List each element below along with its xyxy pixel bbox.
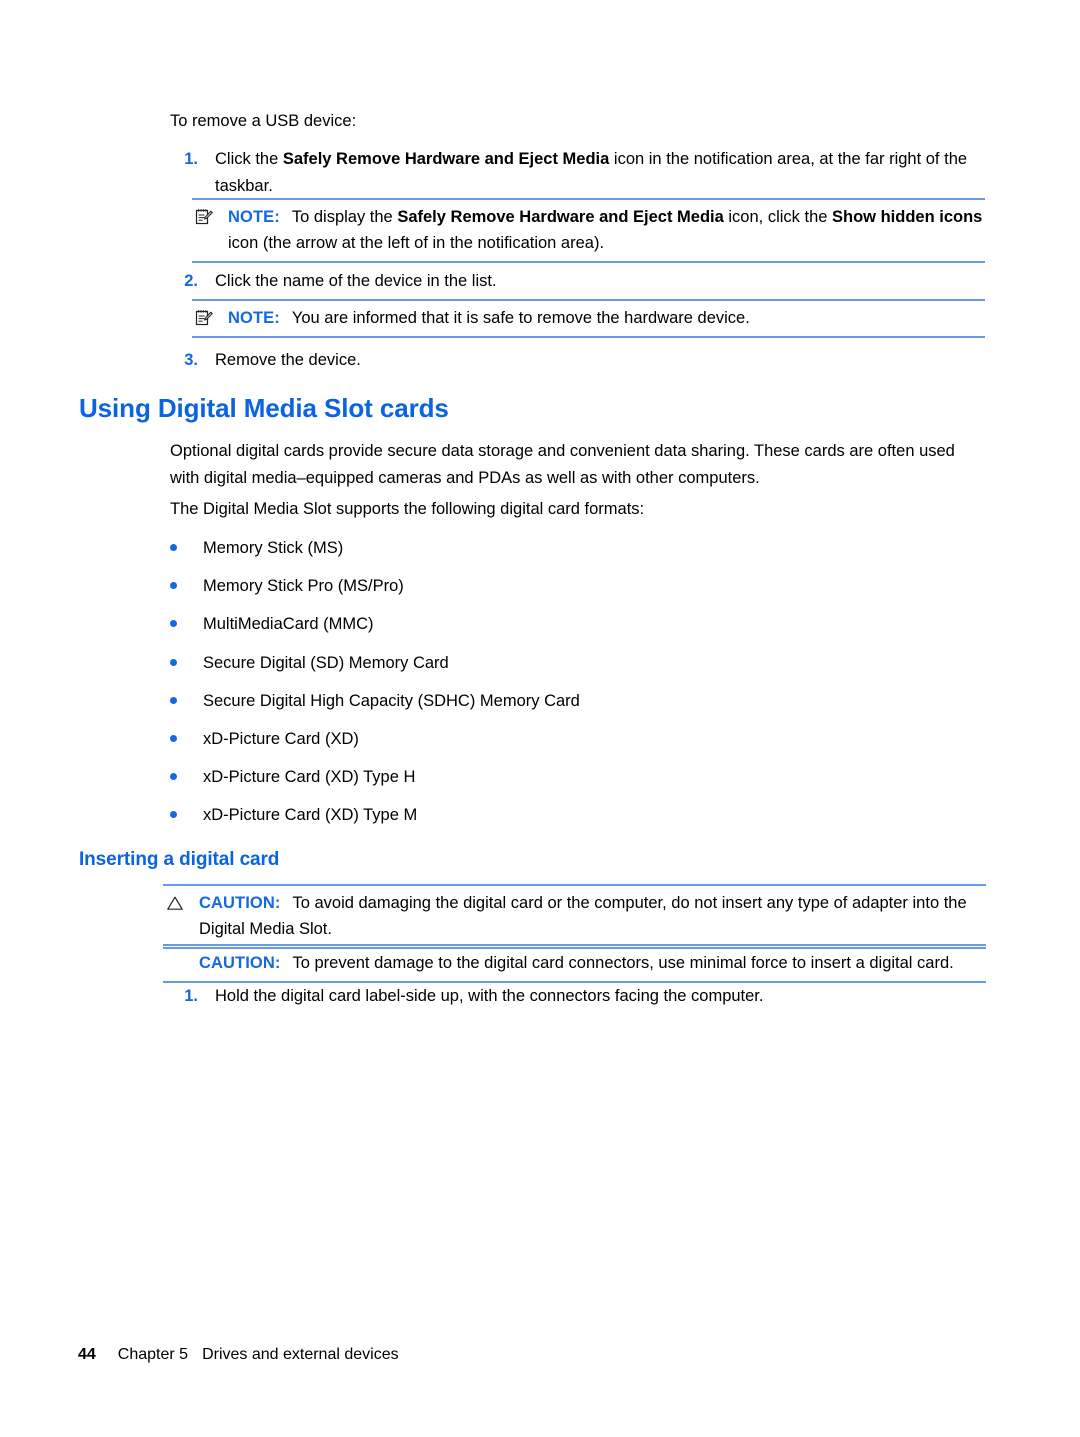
plain-text: Hold the digital card label-side up, wit… bbox=[215, 987, 764, 1005]
caution-label: CAUTION: bbox=[199, 894, 281, 912]
plain-text: To display the bbox=[291, 208, 398, 226]
emphasis-text: Safely Remove Hardware and Eject Media bbox=[282, 150, 610, 168]
document-page: To remove a USB device: 1. Click the Saf… bbox=[0, 0, 1080, 1437]
list-item-label: Memory Stick (MS) bbox=[203, 539, 344, 557]
warning-triangle-icon bbox=[165, 893, 185, 913]
list-item: MultiMediaCard (MMC) bbox=[170, 611, 374, 638]
emphasis-text: Safely Remove Hardware and Eject Media bbox=[397, 208, 724, 226]
caution-callout-1: CAUTION: To avoid damaging the digital ca… bbox=[163, 884, 986, 949]
bullet-dot-icon bbox=[170, 582, 177, 590]
note-pad-pencil-icon bbox=[194, 207, 214, 227]
list-item: xD-Picture Card (XD) bbox=[170, 726, 359, 753]
note-callout-2: NOTE: You are informed that it is safe to… bbox=[192, 299, 985, 338]
list-item: xD-Picture Card (XD) Type M bbox=[170, 802, 417, 829]
note-body: NOTE: To display the Safely Remove Hardwa… bbox=[192, 204, 985, 256]
section-paragraph-2: The Digital Media Slot supports the foll… bbox=[170, 500, 645, 518]
list-item-label: MultiMediaCard (MMC) bbox=[203, 615, 374, 634]
subsection-heading: Inserting a digital card bbox=[79, 849, 280, 870]
list-item: Memory Stick (MS) bbox=[170, 535, 343, 562]
note-text: You are informed that it is safe to remo… bbox=[292, 309, 750, 327]
numbered-step-3: 3. Remove the device. bbox=[170, 347, 990, 374]
bullet-dot-icon bbox=[170, 773, 177, 781]
caution-text: To avoid damaging the digital card or th… bbox=[199, 894, 967, 938]
footer-page-number: 44 bbox=[78, 1346, 96, 1363]
step-number: 1. bbox=[184, 150, 198, 168]
step-text: Remove the device. bbox=[215, 347, 990, 374]
list-item-label: Memory Stick Pro (MS/Pro) bbox=[203, 577, 404, 596]
step-number: 2. bbox=[184, 272, 198, 290]
emphasis-text: Show hidden icons bbox=[832, 208, 983, 226]
footer-chapter-title: Drives and external devices bbox=[202, 1346, 399, 1363]
caution-text: To prevent damage to the digital card co… bbox=[292, 954, 953, 972]
numbered-step-2: 2. Click the name of the device in the l… bbox=[170, 268, 990, 295]
list-item-label: Secure Digital High Capacity (SDHC) Memo… bbox=[203, 691, 580, 710]
intro-paragraph: To remove a USB device: bbox=[170, 112, 357, 130]
bullet-dot-icon bbox=[170, 544, 177, 551]
step-text: Click the name of the device in the list… bbox=[215, 268, 990, 295]
note-label: NOTE: bbox=[228, 208, 280, 226]
plain-text: Click the bbox=[215, 150, 283, 168]
bullet-dot-icon bbox=[170, 620, 177, 628]
step-number: 3. bbox=[184, 351, 198, 369]
plain-text: icon (the arrow at the left of in the no… bbox=[228, 234, 605, 252]
note-body: NOTE: You are informed that it is safe to… bbox=[192, 305, 985, 331]
caution-body: CAUTION: To prevent damage to the digital… bbox=[163, 950, 986, 976]
plain-text: Remove the device. bbox=[215, 351, 361, 369]
plain-text: Click the name of the device in the list… bbox=[215, 272, 497, 290]
list-item-label: xD-Picture Card (XD) Type H bbox=[203, 768, 416, 787]
caution-body: CAUTION: To avoid damaging the digital ca… bbox=[163, 890, 986, 942]
list-item-label: xD-Picture Card (XD) Type M bbox=[203, 806, 418, 825]
insert-step-1: 1. Hold the digital card label-side up, … bbox=[170, 983, 990, 1010]
bullet-dot-icon bbox=[170, 658, 177, 666]
list-item: Secure Digital (SD) Memory Card bbox=[170, 650, 449, 677]
note-label: NOTE: bbox=[228, 309, 280, 327]
list-item: xD-Picture Card (XD) Type H bbox=[170, 764, 415, 791]
plain-text: To prevent damage to the digital card co… bbox=[292, 954, 954, 972]
numbered-step-1: 1. Click the Safely Remove Hardware and … bbox=[170, 146, 990, 200]
page-footer: 44 Chapter 5 Drives and external devices bbox=[78, 1346, 399, 1364]
section-paragraph-1: Optional digital cards provide secure da… bbox=[170, 442, 955, 487]
caution-callout-2: CAUTION: To prevent damage to the digital… bbox=[163, 944, 986, 983]
footer-chapter: Chapter 5 bbox=[117, 1346, 189, 1363]
plain-text: To avoid damaging the digital card or th… bbox=[199, 894, 967, 938]
bullet-dot-icon bbox=[170, 811, 177, 819]
step-text: Click the Safely Remove Hardware and Eje… bbox=[215, 146, 990, 200]
note-pad-pencil-icon bbox=[194, 308, 214, 328]
step-text: Hold the digital card label-side up, wit… bbox=[215, 983, 990, 1010]
section-heading: Using Digital Media Slot cards bbox=[79, 393, 449, 423]
plain-text: You are informed that it is safe to remo… bbox=[291, 309, 750, 327]
plain-text: icon, click the bbox=[723, 208, 833, 226]
list-item-label: Secure Digital (SD) Memory Card bbox=[203, 653, 449, 672]
list-item: Secure Digital High Capacity (SDHC) Memo… bbox=[170, 688, 580, 715]
step-number: 1. bbox=[184, 987, 198, 1005]
note-callout-1: NOTE: To display the Safely Remove Hardwa… bbox=[192, 198, 985, 263]
bullet-dot-icon bbox=[170, 735, 177, 742]
list-item-label: xD-Picture Card (XD) bbox=[203, 730, 359, 748]
bullet-dot-icon bbox=[170, 696, 177, 704]
note-text: To display the Safely Remove Hardware an… bbox=[228, 208, 982, 252]
list-item: Memory Stick Pro (MS/Pro) bbox=[170, 573, 404, 600]
caution-label: CAUTION: bbox=[199, 954, 281, 972]
